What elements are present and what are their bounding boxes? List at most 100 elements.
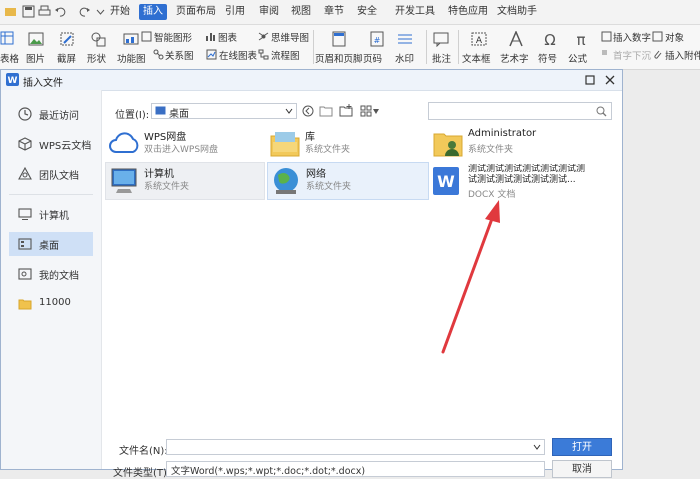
toolbar-page-number[interactable]: 页码 [363, 51, 382, 65]
file-item-wps-cloud[interactable]: WPS网盘 双击进入WPS网盘 [106, 126, 264, 162]
sidebar-item-11000[interactable]: 11000 [9, 292, 93, 316]
relation-icon[interactable] [153, 49, 164, 60]
sidebar-item-label: 桌面 [39, 241, 59, 252]
textbox-icon[interactable]: A [471, 31, 487, 47]
maximize-icon[interactable] [585, 75, 595, 85]
toolbar-insert-number[interactable]: 插入数字 [613, 30, 651, 44]
filetype-label: 文件类型(T): [113, 468, 171, 479]
toolbar-chart[interactable]: 图表 [218, 30, 237, 44]
toolbar-textbox[interactable]: 文本框 [462, 51, 491, 65]
toolbar-picture[interactable]: 图片 [26, 51, 45, 65]
chart-icon[interactable] [205, 31, 216, 42]
toolbar-object[interactable]: 对象 [665, 30, 684, 44]
toolbar-comment[interactable]: 批注 [432, 51, 451, 65]
back-icon[interactable] [302, 105, 314, 117]
menu-references[interactable]: 引用 [221, 4, 249, 20]
table-icon[interactable] [0, 31, 14, 45]
symbol-icon[interactable]: Ω [542, 31, 558, 47]
file-item-network[interactable]: 网络 系统文件夹 [267, 162, 429, 200]
team-icon [18, 167, 32, 180]
sidebar-item-wps-cloud[interactable]: WPS云文档 [9, 132, 93, 156]
online-chart-icon[interactable] [206, 49, 217, 60]
sidebar-item-computer[interactable]: 计算机 [9, 202, 93, 226]
sidebar-item-recent[interactable]: 最近访问 [9, 102, 93, 126]
comment-icon[interactable] [433, 31, 449, 47]
toolbar-formula[interactable]: 公式 [568, 51, 587, 65]
redo-icon[interactable] [78, 5, 91, 18]
network-icon [274, 168, 298, 194]
sidebar-item-my-docs[interactable]: 我的文档 [9, 262, 93, 286]
dialog-title: 插入文件 [23, 78, 63, 89]
toolbar-flowchart[interactable]: 流程图 [271, 48, 300, 62]
chevron-down-icon[interactable] [373, 109, 379, 114]
toolbar-relation[interactable]: 关系图 [165, 48, 194, 62]
mindmap-icon[interactable] [258, 31, 269, 42]
toolbar-watermark[interactable]: 水印 [395, 51, 414, 65]
menu-security[interactable]: 安全 [353, 4, 381, 20]
sidebar-item-label: 11000 [39, 297, 71, 308]
toolbar-screenshot[interactable]: 截屏 [57, 51, 76, 65]
file-item-administrator[interactable]: Administrator 系统文件夹 [430, 126, 590, 162]
menu-page-layout[interactable]: 页面布局 [172, 4, 220, 20]
toolbar-attachment[interactable]: 插入附件 [665, 48, 700, 62]
insert-number-icon[interactable] [601, 31, 612, 42]
toolbar-online-chart[interactable]: 在线图表 [219, 48, 257, 62]
filename-input[interactable] [166, 439, 545, 455]
undo-icon[interactable] [54, 5, 67, 18]
formula-icon[interactable]: π [573, 31, 589, 47]
sidebar-item-label: WPS云文档 [39, 141, 92, 152]
location-select[interactable]: 桌面 [151, 103, 297, 120]
close-icon[interactable] [605, 75, 615, 85]
smartart-icon[interactable] [141, 31, 152, 42]
flowchart-icon[interactable] [258, 49, 269, 60]
sidebar-item-label: 最近访问 [39, 111, 79, 122]
folder-icon[interactable] [4, 5, 17, 18]
file-item-computer[interactable]: 计算机 系统文件夹 [105, 162, 265, 200]
file-item-docx[interactable]: W 测试测试测试测试测试测试测试测试测试测试测试测试... DOCX 文档 [430, 162, 612, 200]
toolbar-shapes[interactable]: 形状 [87, 51, 106, 65]
sidebar-item-label: 团队文档 [39, 171, 79, 182]
menu-developer[interactable]: 开发工具 [391, 4, 439, 20]
toolbar-wordart[interactable]: 艺术字 [500, 51, 529, 65]
toolbar-function-chart[interactable]: 功能图 [117, 51, 146, 65]
file-item-library[interactable]: 库 系统文件夹 [267, 126, 425, 162]
cancel-button[interactable]: 取消 [552, 460, 612, 478]
clock-icon [18, 107, 32, 121]
toolbar-symbol[interactable]: 符号 [538, 51, 557, 65]
object-icon[interactable] [652, 31, 663, 42]
menu-review[interactable]: 审阅 [255, 4, 283, 20]
menu-features[interactable]: 特色应用 [444, 4, 492, 20]
header-footer-icon[interactable] [331, 31, 347, 47]
screenshot-icon[interactable] [59, 31, 75, 47]
new-folder-icon[interactable] [339, 104, 353, 117]
filetype-select[interactable]: 文字Word(*.wps;*.wpt;*.doc;*.dot;*.docx) [166, 461, 545, 477]
cube-icon [18, 137, 32, 151]
chevron-down-icon[interactable] [533, 444, 541, 450]
attachment-icon[interactable] [652, 49, 663, 60]
print-icon[interactable] [38, 5, 51, 18]
sidebar-item-desktop[interactable]: 桌面 [9, 232, 93, 256]
wordart-icon[interactable] [508, 31, 524, 47]
search-icon[interactable] [596, 106, 607, 117]
toolbar-smartart[interactable]: 智能图形 [154, 30, 192, 44]
menu-doc-assistant[interactable]: 文档助手 [493, 4, 541, 20]
save-icon[interactable] [22, 5, 35, 18]
search-input[interactable] [428, 102, 612, 120]
menu-section[interactable]: 章节 [320, 4, 348, 20]
open-button[interactable]: 打开 [552, 438, 612, 456]
watermark-icon[interactable] [397, 31, 413, 47]
page-number-icon[interactable]: # [369, 31, 385, 47]
menu-start[interactable]: 开始 [106, 4, 134, 20]
menu-insert[interactable]: 插入 [139, 4, 167, 20]
toolbar-header-footer[interactable]: 页眉和页脚 [315, 51, 363, 65]
view-mode-icon[interactable] [360, 105, 372, 117]
file-name: 测试测试测试测试测试测试测试测试测试测试测试测试... [468, 164, 586, 185]
toolbar-mindmap[interactable]: 思维导图 [271, 30, 309, 44]
menu-view[interactable]: 视图 [287, 4, 315, 20]
up-folder-icon[interactable] [319, 105, 333, 117]
function-chart-icon[interactable] [123, 31, 139, 47]
toolbar-table[interactable]: 表格 [0, 51, 19, 65]
picture-icon[interactable] [28, 31, 44, 47]
shapes-icon[interactable] [90, 31, 106, 47]
sidebar-item-team[interactable]: 团队文档 [9, 162, 93, 186]
